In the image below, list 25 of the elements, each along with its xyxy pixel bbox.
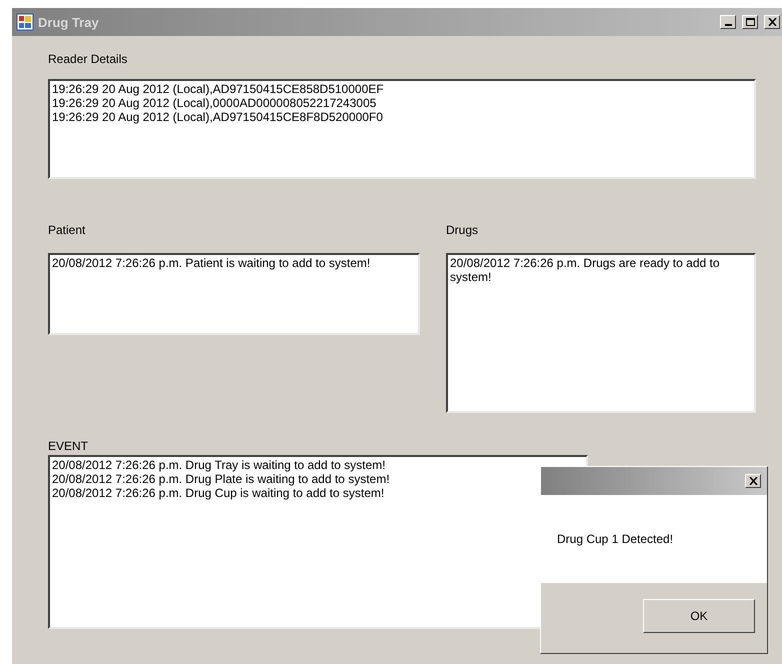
reader-line: 19:26:29 20 Aug 2012 (Local),0000AD000008052217243005	[52, 96, 378, 110]
close-icon	[748, 477, 758, 485]
drugs-box[interactable]: 20/08/2012 7:26:26 p.m. Drugs are ready to add to system!	[446, 253, 756, 413]
dialog-close-button[interactable]	[745, 474, 761, 488]
app-icon	[16, 13, 34, 31]
reader-line: 19:26:29 20 Aug 2012 (Local),AD97150415CE8F8D520000F0	[52, 110, 384, 124]
close-icon	[768, 18, 776, 26]
reader-details-label: Reader Details	[48, 52, 128, 66]
drugs-text: 20/08/2012 7:26:26 p.m. Drugs are ready to add to system!	[450, 256, 720, 284]
patient-label: Patient	[48, 223, 86, 237]
event-line: 20/08/2012 7:26:26 p.m. Drug Tray is waiting to add to system!	[52, 458, 387, 472]
patient-box[interactable]: 20/08/2012 7:26:26 p.m. Patient is waiting to add to system!	[48, 253, 420, 335]
minimize-button[interactable]	[720, 15, 736, 29]
patient-text: 20/08/2012 7:26:26 p.m. Patient is waiting to add to system!	[52, 256, 370, 270]
maximize-button[interactable]	[742, 15, 758, 29]
reader-line: 19:26:29 20 Aug 2012 (Local),AD97150415CE858D510000EF	[52, 82, 385, 96]
event-line: 20/08/2012 7:26:26 p.m. Drug Cup is waiting to add to system!	[52, 486, 386, 500]
window-title: Drug Tray	[38, 14, 100, 30]
event-line: 20/08/2012 7:26:26 p.m. Drug Plate is waiting to add to system!	[52, 472, 391, 486]
ok-button[interactable]: OK	[643, 599, 755, 633]
close-button[interactable]	[764, 15, 780, 29]
drugs-label: Drugs	[446, 223, 480, 237]
event-label: EVENT	[48, 439, 90, 453]
maximize-icon	[746, 18, 754, 26]
reader-details-box[interactable]: 19:26:29 20 Aug 2012 (Local),AD97150415CE858D510000EF 19:26:29 20 Aug 2012 (Local),0000AD000008052217243005 19:26:29 20 Aug 2012 (Local),AD97150415CE8F8D520000F0	[48, 79, 756, 179]
